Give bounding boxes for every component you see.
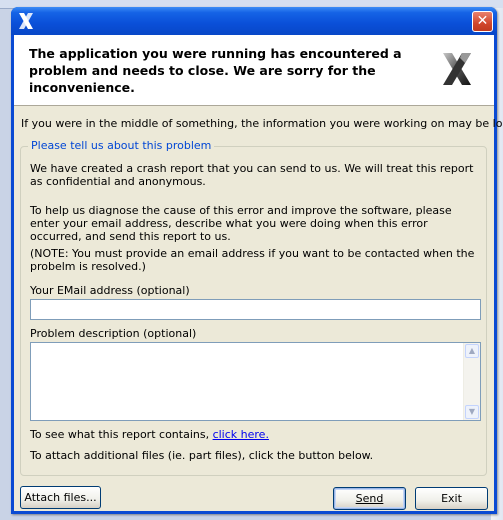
data-loss-notice: If you were in the middle of something, …	[21, 117, 503, 130]
error-message: The application you were running has enc…	[29, 46, 402, 95]
groupbox-title: Please tell us about this problem	[28, 139, 215, 152]
problem-groupbox: Please tell us about this problem We hav…	[20, 139, 487, 476]
app-logo-icon	[17, 11, 35, 31]
email-field[interactable]	[30, 299, 481, 320]
description-label: Problem description (optional)	[30, 327, 197, 340]
header-panel: The application you were running has enc…	[14, 35, 494, 106]
exit-button[interactable]: Exit	[415, 487, 488, 510]
report-created-text: We have created a crash report that you …	[30, 162, 474, 188]
crash-report-dialog: ✕ The application you were running has e…	[11, 7, 503, 514]
title-bar[interactable]: ✕	[11, 7, 497, 35]
help-diagnose-text: To help us diagnose the cause of this er…	[30, 204, 452, 243]
send-button[interactable]: Send	[333, 487, 406, 510]
click-here-link[interactable]: click here.	[213, 428, 269, 441]
email-note-text: (NOTE: You must provide an email address…	[30, 247, 475, 273]
dialog-body: The application you were running has enc…	[14, 35, 503, 511]
scroll-up-icon[interactable]: ▲	[465, 344, 479, 358]
attach-files-button[interactable]: Attach files...	[20, 486, 101, 509]
scroll-down-icon[interactable]: ▼	[465, 405, 479, 419]
description-textarea[interactable]: ▲ ▼	[30, 342, 481, 421]
see-report-line: To see what this report contains, click …	[30, 428, 269, 441]
attach-files-text: To attach additional files (ie. part fil…	[30, 449, 374, 462]
app-logo-icon	[440, 49, 474, 89]
send-button-label: Send	[355, 492, 384, 505]
email-label: Your EMail address (optional)	[30, 284, 190, 297]
description-scrollbar[interactable]: ▲ ▼	[463, 343, 480, 420]
close-icon: ✕	[476, 13, 489, 29]
exit-button-label: Exit	[441, 492, 462, 505]
see-report-text: To see what this report contains,	[30, 428, 210, 441]
close-button[interactable]: ✕	[472, 11, 493, 32]
